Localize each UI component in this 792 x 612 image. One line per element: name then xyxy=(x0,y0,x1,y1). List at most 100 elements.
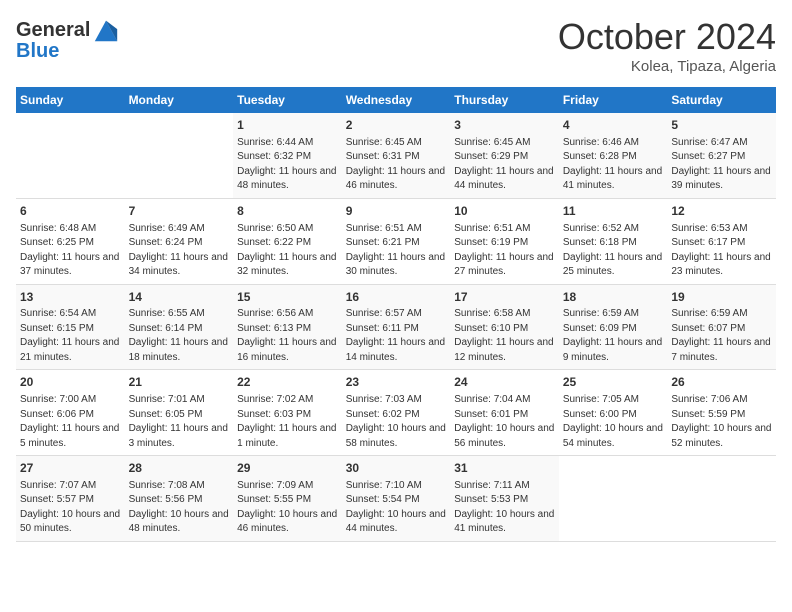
calendar-cell xyxy=(559,456,668,542)
calendar-cell: 12 Sunrise: 6:53 AMSunset: 6:17 PMDayligh… xyxy=(667,198,776,284)
day-content: Sunrise: 7:01 AMSunset: 6:05 PMDaylight:… xyxy=(129,393,230,451)
day-content: Sunrise: 6:49 AMSunset: 6:24 PMDaylight:… xyxy=(129,222,230,280)
calendar-cell: 22 Sunrise: 7:02 AMSunset: 6:03 PMDayligh… xyxy=(233,370,342,456)
day-content: Sunrise: 7:09 AMSunset: 5:55 PMDaylight:… xyxy=(237,479,338,537)
calendar-header-row: SundayMondayTuesdayWednesdayThursdayFrid… xyxy=(16,87,776,113)
day-number: 31 xyxy=(454,460,555,477)
day-number: 27 xyxy=(20,460,121,477)
month-title: October 2024 xyxy=(558,16,776,58)
page-header: General Blue October 2024 Kolea, Tipaza,… xyxy=(16,16,776,75)
logo-icon xyxy=(92,16,120,44)
day-content: Sunrise: 6:59 AMSunset: 6:07 PMDaylight:… xyxy=(671,307,772,365)
calendar-cell: 15Sunrise: 6:56 AMSunset: 6:13 PMDayligh… xyxy=(233,284,342,370)
calendar-cell: 10 Sunrise: 6:51 AMSunset: 6:19 PMDayligh… xyxy=(450,198,559,284)
day-number: 29 xyxy=(237,460,338,477)
day-number: 22 xyxy=(237,374,338,391)
calendar-cell: 8Sunrise: 6:50 AMSunset: 6:22 PMDaylight… xyxy=(233,198,342,284)
location: Kolea, Tipaza, Algeria xyxy=(558,58,776,75)
calendar-cell: 4 Sunrise: 6:46 AMSunset: 6:28 PMDaylight… xyxy=(559,113,668,198)
calendar-week-2: 6 Sunrise: 6:48 AMSunset: 6:25 PMDaylight… xyxy=(16,198,776,284)
day-content: Sunrise: 7:02 AMSunset: 6:03 PMDaylight:… xyxy=(237,393,338,451)
day-content: Sunrise: 7:04 AMSunset: 6:01 PMDaylight:… xyxy=(454,393,555,451)
day-number: 26 xyxy=(671,374,772,391)
calendar-cell xyxy=(125,113,234,198)
calendar-cell xyxy=(16,113,125,198)
day-number: 15 xyxy=(237,289,338,306)
day-content: Sunrise: 6:54 AMSunset: 6:15 PMDaylight:… xyxy=(20,307,121,365)
day-content: Sunrise: 6:56 AMSunset: 6:13 PMDaylight:… xyxy=(237,307,338,365)
day-number: 6 xyxy=(20,203,121,220)
day-number: 4 xyxy=(563,117,664,134)
day-number: 3 xyxy=(454,117,555,134)
day-header-wednesday: Wednesday xyxy=(342,87,451,113)
day-content: Sunrise: 6:51 AMSunset: 6:21 PMDaylight:… xyxy=(346,222,447,280)
calendar-cell: 7 Sunrise: 6:49 AMSunset: 6:24 PMDaylight… xyxy=(125,198,234,284)
day-content: Sunrise: 7:07 AMSunset: 5:57 PMDaylight:… xyxy=(20,479,121,537)
calendar-cell: 14Sunrise: 6:55 AMSunset: 6:14 PMDayligh… xyxy=(125,284,234,370)
day-content: Sunrise: 6:52 AMSunset: 6:18 PMDaylight:… xyxy=(563,222,664,280)
day-content: Sunrise: 6:57 AMSunset: 6:11 PMDaylight:… xyxy=(346,307,447,365)
day-header-friday: Friday xyxy=(559,87,668,113)
calendar-cell: 24 Sunrise: 7:04 AMSunset: 6:01 PMDayligh… xyxy=(450,370,559,456)
day-content: Sunrise: 7:11 AMSunset: 5:53 PMDaylight:… xyxy=(454,479,555,537)
day-header-thursday: Thursday xyxy=(450,87,559,113)
calendar-cell: 31 Sunrise: 7:11 AMSunset: 5:53 PMDayligh… xyxy=(450,456,559,542)
day-number: 28 xyxy=(129,460,230,477)
calendar-week-1: 1Sunrise: 6:44 AMSunset: 6:32 PMDaylight… xyxy=(16,113,776,198)
day-number: 14 xyxy=(129,289,230,306)
calendar-cell: 3 Sunrise: 6:45 AMSunset: 6:29 PMDaylight… xyxy=(450,113,559,198)
calendar-cell: 29 Sunrise: 7:09 AMSunset: 5:55 PMDayligh… xyxy=(233,456,342,542)
calendar-cell: 26Sunrise: 7:06 AMSunset: 5:59 PMDayligh… xyxy=(667,370,776,456)
day-number: 2 xyxy=(346,117,447,134)
calendar-week-4: 20Sunrise: 7:00 AMSunset: 6:06 PMDayligh… xyxy=(16,370,776,456)
day-number: 24 xyxy=(454,374,555,391)
day-content: Sunrise: 6:55 AMSunset: 6:14 PMDaylight:… xyxy=(129,307,230,365)
calendar-cell: 23 Sunrise: 7:03 AMSunset: 6:02 PMDayligh… xyxy=(342,370,451,456)
day-number: 21 xyxy=(129,374,230,391)
day-number: 5 xyxy=(671,117,772,134)
day-number: 9 xyxy=(346,203,447,220)
day-content: Sunrise: 6:53 AMSunset: 6:17 PMDaylight:… xyxy=(671,222,772,280)
day-number: 1 xyxy=(237,117,338,134)
calendar-week-5: 27 Sunrise: 7:07 AMSunset: 5:57 PMDayligh… xyxy=(16,456,776,542)
title-block: October 2024 Kolea, Tipaza, Algeria xyxy=(558,16,776,75)
calendar-cell: 30Sunrise: 7:10 AMSunset: 5:54 PMDayligh… xyxy=(342,456,451,542)
logo-general: General xyxy=(16,19,90,42)
calendar-cell: 6 Sunrise: 6:48 AMSunset: 6:25 PMDaylight… xyxy=(16,198,125,284)
day-header-sunday: Sunday xyxy=(16,87,125,113)
calendar-cell: 28Sunrise: 7:08 AMSunset: 5:56 PMDayligh… xyxy=(125,456,234,542)
calendar-cell: 27 Sunrise: 7:07 AMSunset: 5:57 PMDayligh… xyxy=(16,456,125,542)
calendar-cell: 2 Sunrise: 6:45 AMSunset: 6:31 PMDaylight… xyxy=(342,113,451,198)
day-content: Sunrise: 7:03 AMSunset: 6:02 PMDaylight:… xyxy=(346,393,447,451)
day-number: 19 xyxy=(671,289,772,306)
day-header-monday: Monday xyxy=(125,87,234,113)
day-content: Sunrise: 6:45 AMSunset: 6:29 PMDaylight:… xyxy=(454,136,555,194)
calendar-cell xyxy=(667,456,776,542)
calendar-cell: 18Sunrise: 6:59 AMSunset: 6:09 PMDayligh… xyxy=(559,284,668,370)
day-content: Sunrise: 7:05 AMSunset: 6:00 PMDaylight:… xyxy=(563,393,664,451)
calendar-cell: 1Sunrise: 6:44 AMSunset: 6:32 PMDaylight… xyxy=(233,113,342,198)
day-number: 11 xyxy=(563,203,664,220)
day-content: Sunrise: 6:58 AMSunset: 6:10 PMDaylight:… xyxy=(454,307,555,365)
calendar-body: 1Sunrise: 6:44 AMSunset: 6:32 PMDaylight… xyxy=(16,113,776,541)
day-number: 23 xyxy=(346,374,447,391)
calendar-week-3: 13Sunrise: 6:54 AMSunset: 6:15 PMDayligh… xyxy=(16,284,776,370)
day-number: 7 xyxy=(129,203,230,220)
day-number: 17 xyxy=(454,289,555,306)
day-number: 12 xyxy=(671,203,772,220)
calendar-cell: 16Sunrise: 6:57 AMSunset: 6:11 PMDayligh… xyxy=(342,284,451,370)
day-content: Sunrise: 6:59 AMSunset: 6:09 PMDaylight:… xyxy=(563,307,664,365)
calendar-cell: 5Sunrise: 6:47 AMSunset: 6:27 PMDaylight… xyxy=(667,113,776,198)
day-content: Sunrise: 6:46 AMSunset: 6:28 PMDaylight:… xyxy=(563,136,664,194)
day-number: 25 xyxy=(563,374,664,391)
day-content: Sunrise: 6:51 AMSunset: 6:19 PMDaylight:… xyxy=(454,222,555,280)
calendar-cell: 25 Sunrise: 7:05 AMSunset: 6:00 PMDayligh… xyxy=(559,370,668,456)
day-content: Sunrise: 6:48 AMSunset: 6:25 PMDaylight:… xyxy=(20,222,121,280)
day-number: 10 xyxy=(454,203,555,220)
calendar-table: SundayMondayTuesdayWednesdayThursdayFrid… xyxy=(16,87,776,542)
day-header-tuesday: Tuesday xyxy=(233,87,342,113)
day-content: Sunrise: 7:00 AMSunset: 6:06 PMDaylight:… xyxy=(20,393,121,451)
day-number: 13 xyxy=(20,289,121,306)
calendar-cell: 17Sunrise: 6:58 AMSunset: 6:10 PMDayligh… xyxy=(450,284,559,370)
day-content: Sunrise: 6:45 AMSunset: 6:31 PMDaylight:… xyxy=(346,136,447,194)
